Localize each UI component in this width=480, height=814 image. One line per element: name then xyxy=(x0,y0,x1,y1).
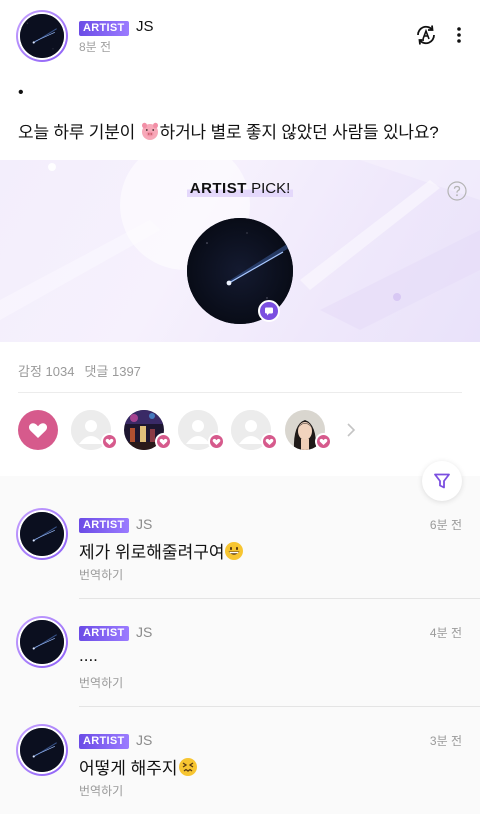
translate-link[interactable]: 번역하기 xyxy=(79,782,123,799)
comment-count[interactable]: 댓글 1397 xyxy=(84,364,140,379)
filter-icon xyxy=(434,473,450,489)
chat-bubble-icon[interactable] xyxy=(258,300,280,322)
comment-text: 어떻게 해주지 xyxy=(79,754,198,779)
comment-text: 제가 위로해줄려구여 xyxy=(79,538,244,563)
artist-badge: ARTIST xyxy=(79,21,129,36)
heart-icon xyxy=(28,423,48,438)
comment-author-name[interactable]: JS xyxy=(136,516,152,532)
heart-reaction-button[interactable] xyxy=(18,410,58,450)
post-text: 오늘 하루 기분이 하거나 별로 좋지 않았던 사람들 있나요? xyxy=(18,118,439,143)
comment-author-avatar[interactable] xyxy=(16,508,68,560)
auto-translate-icon[interactable] xyxy=(413,22,439,48)
post-header: ARTIST JS 8분 전 xyxy=(0,0,480,70)
comment-item: ARTIST JS 6분 전 제가 위로해줄려구여 번역하기 xyxy=(0,508,480,616)
translate-link[interactable]: 번역하기 xyxy=(79,566,123,583)
comment-time: 4분 전 xyxy=(429,626,462,640)
artist-badge: ARTIST xyxy=(79,626,129,641)
reaction-row xyxy=(18,410,462,450)
author-meta: ARTIST JS xyxy=(79,18,154,36)
heart-icon xyxy=(155,433,172,450)
pig-face-emoji-icon xyxy=(140,121,160,141)
heart-icon xyxy=(208,433,225,450)
pick-title-rest: PICK! xyxy=(246,180,291,197)
heart-icon xyxy=(261,433,278,450)
artist-badge: ARTIST xyxy=(79,518,129,533)
comment-meta: ARTIST JS xyxy=(79,731,152,749)
post-text-before: 오늘 하루 기분이 xyxy=(18,123,140,142)
comment-item: ARTIST JS 3분 전 어떻게 해주지 번역하기 xyxy=(0,724,480,814)
more-options-icon[interactable] xyxy=(450,23,468,47)
grinning-face-emoji-icon xyxy=(224,541,244,561)
author-avatar[interactable] xyxy=(16,10,68,62)
heart-icon xyxy=(315,433,332,450)
comments-section: ARTIST JS 6분 전 제가 위로해줄려구여 번역하기 ARTIST JS… xyxy=(0,476,480,814)
comment-author-name[interactable]: JS xyxy=(136,732,152,748)
reaction-count[interactable]: 감정 1034 xyxy=(18,364,74,379)
comment-meta: ARTIST JS xyxy=(79,515,152,533)
comment-author-avatar[interactable] xyxy=(16,616,68,668)
comment-text-content: 어떻게 해주지 xyxy=(79,759,178,778)
artist-pick-banner: ARTIST PICK! xyxy=(0,160,480,342)
author-name[interactable]: JS xyxy=(136,18,154,35)
comment-meta: ARTIST JS xyxy=(79,623,152,641)
comment-author-avatar[interactable] xyxy=(16,724,68,776)
comment-filter-button[interactable] xyxy=(422,461,462,501)
stats-divider xyxy=(18,392,462,393)
translate-link[interactable]: 번역하기 xyxy=(79,674,123,691)
comment-time: 6분 전 xyxy=(429,518,462,532)
heart-icon xyxy=(101,433,118,450)
comment-item: ARTIST JS 4분 전 .... 번역하기 xyxy=(0,616,480,724)
chevron-right-icon[interactable] xyxy=(344,420,358,440)
artist-badge: ARTIST xyxy=(79,734,129,749)
comment-divider xyxy=(79,598,480,599)
post-stats: 감정 1034 댓글 1397 xyxy=(18,361,141,380)
comment-author-name[interactable]: JS xyxy=(136,624,152,640)
artist-pick-title: ARTIST PICK! xyxy=(0,180,480,197)
comment-divider xyxy=(79,706,480,707)
comment-text: .... xyxy=(79,646,98,665)
comment-time: 3분 전 xyxy=(429,734,462,748)
pick-title-bold: ARTIST xyxy=(189,180,247,197)
question-circle-icon[interactable] xyxy=(447,181,467,201)
post-time: 8분 전 xyxy=(79,40,112,54)
comment-text-content: 제가 위로해줄려구여 xyxy=(79,543,225,562)
post-text-after: 하거나 별로 좋지 않았던 사람들 있나요? xyxy=(159,123,439,142)
confounded-face-emoji-icon xyxy=(178,757,198,777)
post-bullet: • xyxy=(18,84,24,101)
